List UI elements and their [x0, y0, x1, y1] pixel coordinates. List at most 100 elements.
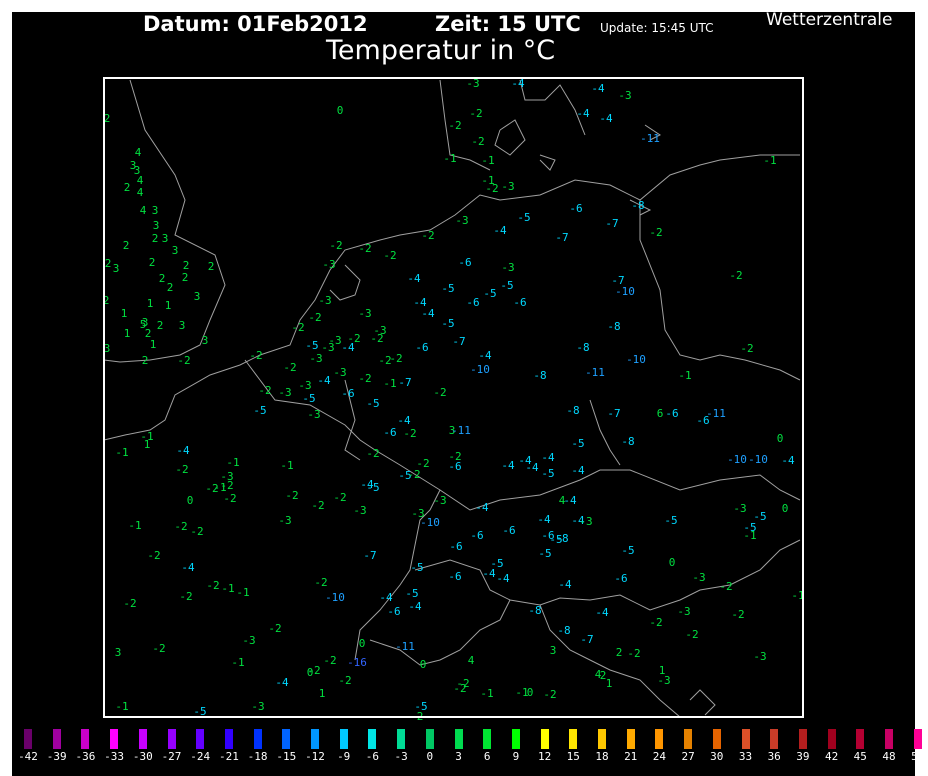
legend-label: 42: [824, 750, 839, 763]
station-reading: -2: [370, 332, 383, 345]
station-reading: -2: [627, 647, 640, 660]
legend-label: 39: [796, 750, 810, 763]
station-reading: -4: [541, 451, 555, 464]
legend-swatch: [253, 729, 262, 749]
station-reading: -5: [483, 287, 496, 300]
legend-label: 18: [595, 750, 609, 763]
legend-swatch: [52, 729, 61, 749]
station-reading: -1: [280, 459, 293, 472]
station-reading: 1: [165, 299, 172, 312]
station-reading: -8: [621, 435, 634, 448]
station-reading: -2: [283, 361, 296, 374]
legend-swatch: [81, 729, 90, 749]
station-reading: 2: [149, 256, 156, 269]
station-reading: -10: [727, 453, 747, 466]
station-reading: 0: [777, 432, 784, 445]
coastline-border: [689, 689, 716, 716]
station-reading: -4: [421, 307, 435, 320]
legend-label: 3: [455, 750, 462, 763]
legend-swatch: [483, 729, 492, 749]
station-reading: 6: [657, 407, 664, 420]
legend-swatch: [540, 729, 549, 749]
station-reading: -2: [366, 447, 379, 460]
station-reading: 0: [337, 104, 344, 117]
station-reading: 1: [124, 327, 131, 340]
station-reading: -2: [453, 682, 466, 695]
station-reading: -2: [469, 107, 482, 120]
station-reading: -3: [321, 341, 334, 354]
station-reading: -1: [743, 529, 756, 542]
legend-label: 15: [566, 750, 580, 763]
legend-swatch: [397, 729, 406, 749]
station-reading: -8: [566, 404, 579, 417]
station-reading: -8: [533, 369, 546, 382]
station-reading: -11: [395, 640, 415, 653]
station-reading: 4: [137, 186, 144, 199]
station-reading: -4: [275, 676, 289, 689]
station-reading: 3: [172, 244, 179, 257]
station-reading: 0: [420, 658, 427, 671]
station-reading: -3: [677, 605, 690, 618]
station-reading: -2: [649, 226, 662, 239]
station-reading: -2: [220, 479, 233, 492]
station-reading: -5: [405, 587, 418, 600]
legend-label: 12: [537, 750, 552, 763]
legend-swatch: [770, 729, 779, 749]
station-reading: -2: [731, 608, 744, 621]
station-reading: -5: [664, 514, 677, 527]
station-reading: -10: [615, 285, 635, 298]
legend-label: -15: [276, 750, 297, 763]
station-reading: 3: [113, 262, 120, 275]
legend-label: -6: [365, 750, 380, 763]
station-reading: -3: [318, 294, 331, 307]
station-reading: 0: [187, 494, 194, 507]
legend-label: 9: [512, 750, 520, 763]
station-reading: -11: [706, 407, 726, 420]
station-reading: 0: [359, 637, 366, 650]
station-reading: -5: [517, 211, 530, 224]
station-reading: 1: [150, 338, 157, 351]
station-reading: 2: [152, 232, 159, 245]
station-reading: -3: [358, 307, 371, 320]
legend-swatch: [856, 729, 865, 749]
station-reading: -4: [397, 414, 411, 427]
station-reading: -2: [485, 182, 498, 195]
legend-label: 30: [710, 750, 724, 763]
station-readings: 0243342 44 332 3322 3 2 2 22 22211 1335 2 31 21 332 -2…: [103, 77, 805, 723]
legend-label: 24: [652, 750, 667, 763]
station-reading: -11: [585, 366, 605, 379]
station-reading: 4: [135, 146, 142, 159]
station-reading: -3: [278, 514, 291, 527]
legend-swatch: [24, 729, 32, 749]
station-reading: -2: [338, 674, 351, 687]
station-reading: -2: [206, 579, 219, 592]
legend-label: -12: [305, 750, 325, 763]
station-reading: -2: [333, 491, 346, 504]
station-reading: -3: [501, 180, 514, 193]
station-reading: 0: [527, 686, 534, 699]
station-reading: -8: [576, 341, 589, 354]
station-reading: -7: [555, 231, 568, 244]
station-reading: -2: [389, 352, 402, 365]
legend-label: -42: [18, 750, 38, 763]
station-reading: -3: [753, 650, 766, 663]
legend-swatch: [224, 729, 233, 749]
station-reading: -4: [537, 513, 551, 526]
legend-label: -39: [46, 750, 67, 763]
legend-label: -24: [190, 750, 211, 763]
station-reading: -2: [383, 249, 396, 262]
station-reading: -2: [311, 499, 324, 512]
legend-label: -33: [104, 750, 125, 763]
station-reading: -2: [403, 427, 416, 440]
station-reading: 0: [782, 502, 789, 515]
station-reading: -5: [541, 467, 554, 480]
legend-label: -27: [161, 750, 182, 763]
station-reading: -2: [649, 616, 662, 629]
station-reading: -3: [579, 515, 592, 528]
station-reading: -3: [251, 700, 264, 713]
station-reading: -8: [631, 199, 644, 212]
station-reading: -6: [383, 426, 396, 439]
coastline-border: [519, 79, 586, 136]
legend-swatch: [282, 729, 291, 749]
station-reading: -7: [398, 376, 411, 389]
